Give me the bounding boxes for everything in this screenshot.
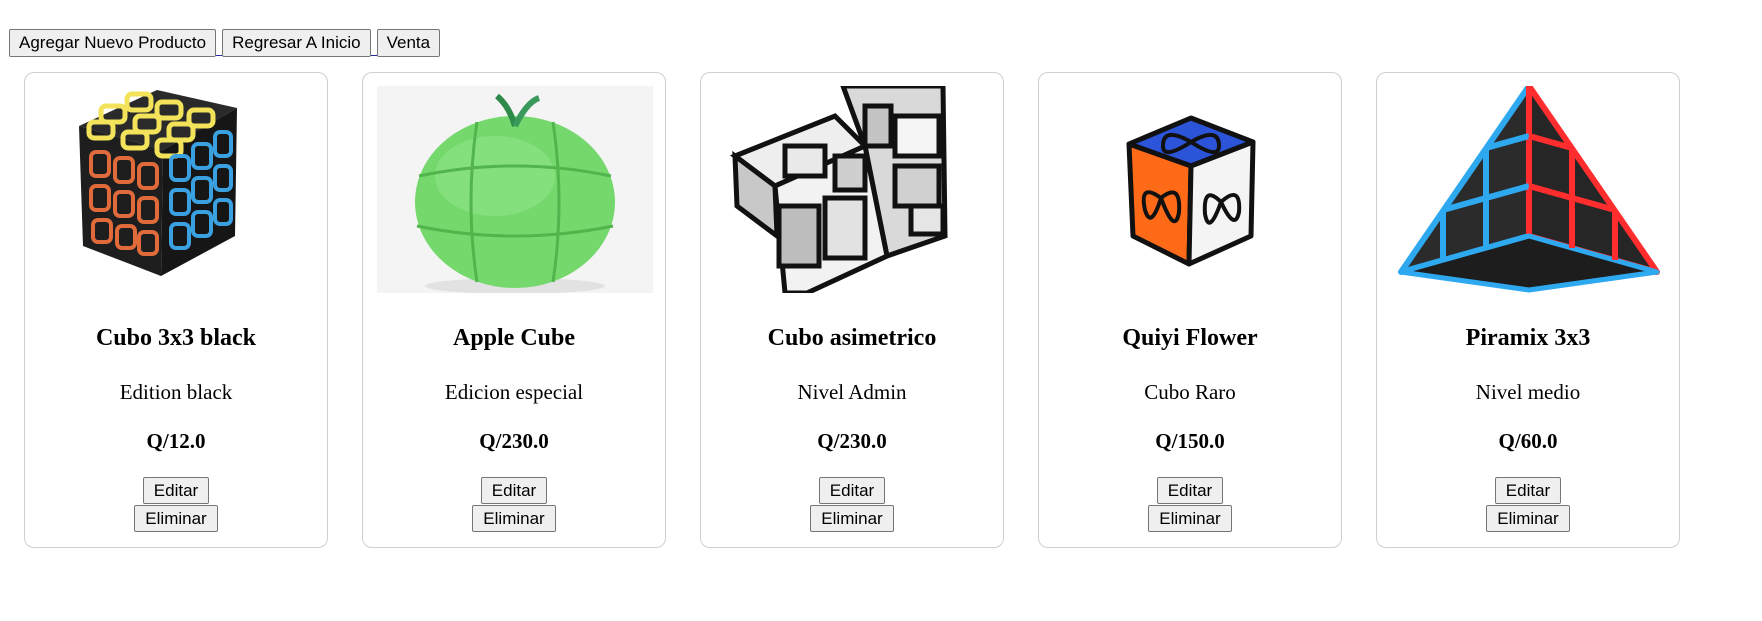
product-name: Cubo 3x3 black bbox=[95, 325, 257, 351]
edit-button[interactable]: Editar bbox=[1156, 477, 1224, 504]
product-description: Cubo Raro bbox=[1144, 380, 1236, 404]
add-product-button[interactable]: Agregar Nuevo Producto bbox=[9, 29, 217, 57]
product-card: Cubo asimetrico Nivel Admin Q/230.0 Edit… bbox=[700, 72, 1004, 548]
sale-button[interactable]: Venta bbox=[376, 29, 441, 57]
product-description: Nivel Admin bbox=[797, 380, 907, 404]
top-toolbar: Agregar Nuevo Producto Regresar A Inicio… bbox=[9, 29, 441, 57]
product-card: Quiyi Flower Cubo Raro Q/150.0 Editar El… bbox=[1038, 72, 1342, 548]
product-price: Q/230.0 bbox=[817, 429, 887, 453]
product-name: Apple Cube bbox=[452, 325, 576, 351]
product-image-flower-cube bbox=[1053, 86, 1329, 293]
product-name: Cubo asimetrico bbox=[767, 325, 937, 351]
product-price: Q/60.0 bbox=[1498, 429, 1558, 453]
product-description: Edicion especial bbox=[444, 380, 584, 404]
product-actions: Editar Eliminar bbox=[363, 477, 665, 532]
product-name: Piramix 3x3 bbox=[1465, 325, 1591, 351]
product-image-apple-cube bbox=[377, 86, 653, 293]
product-description: Edition black bbox=[119, 380, 233, 404]
product-image-mirror-cube bbox=[715, 86, 991, 293]
delete-button[interactable]: Eliminar bbox=[1148, 505, 1232, 532]
product-actions: Editar Eliminar bbox=[1039, 477, 1341, 532]
product-grid: Cubo 3x3 black Edition black Q/12.0 Edit… bbox=[24, 72, 1680, 548]
product-price: Q/230.0 bbox=[479, 429, 549, 453]
delete-button[interactable]: Eliminar bbox=[134, 505, 218, 532]
product-image-pyraminx bbox=[1391, 86, 1667, 293]
product-price: Q/150.0 bbox=[1155, 429, 1225, 453]
delete-button[interactable]: Eliminar bbox=[472, 505, 556, 532]
delete-button[interactable]: Eliminar bbox=[810, 505, 894, 532]
product-image-black-cube bbox=[39, 86, 315, 293]
edit-button[interactable]: Editar bbox=[480, 477, 548, 504]
product-card: Cubo 3x3 black Edition black Q/12.0 Edit… bbox=[24, 72, 328, 548]
product-actions: Editar Eliminar bbox=[701, 477, 1003, 532]
product-card: Apple Cube Edicion especial Q/230.0 Edit… bbox=[362, 72, 666, 548]
edit-button[interactable]: Editar bbox=[1494, 477, 1562, 504]
back-home-button[interactable]: Regresar A Inicio bbox=[222, 29, 371, 57]
product-name: Quiyi Flower bbox=[1122, 325, 1258, 351]
product-actions: Editar Eliminar bbox=[25, 477, 327, 532]
product-card: Piramix 3x3 Nivel medio Q/60.0 Editar El… bbox=[1376, 72, 1680, 548]
product-description: Nivel medio bbox=[1475, 380, 1581, 404]
edit-button[interactable]: Editar bbox=[142, 477, 210, 504]
link-separator bbox=[370, 53, 377, 56]
product-actions: Editar Eliminar bbox=[1377, 477, 1679, 532]
product-price: Q/12.0 bbox=[146, 429, 206, 453]
delete-button[interactable]: Eliminar bbox=[1486, 505, 1570, 532]
edit-button[interactable]: Editar bbox=[818, 477, 886, 504]
